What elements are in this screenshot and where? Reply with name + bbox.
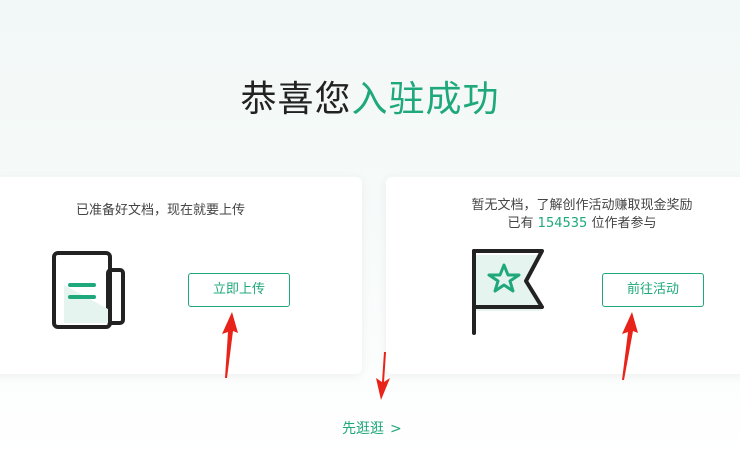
annotation-arrow-upload	[222, 312, 238, 378]
activity-card: 暂无文档，了解创作活动赚取现金奖励 已有 154535 位作者参与 前往活动	[386, 177, 740, 374]
title-prefix: 恭喜您	[240, 79, 352, 120]
upload-card: 已准备好文档，现在就要上传 立即上传	[0, 177, 362, 374]
flag-star-icon	[472, 249, 544, 335]
page-title: 恭喜您入驻成功	[0, 70, 740, 122]
title-accent: 入驻成功	[351, 79, 500, 120]
go-to-activity-button[interactable]: 前往活动	[602, 273, 704, 307]
browse-first-label: 先逛逛	[342, 421, 384, 437]
annotation-arrow-activity	[622, 312, 638, 380]
browse-first-link[interactable]: 先逛逛 >	[342, 418, 402, 438]
annotation-arrow-browse	[376, 352, 390, 400]
activity-line1: 暂无文档，了解创作活动赚取现金奖励	[471, 198, 693, 213]
activity-card-description: 暂无文档，了解创作活动赚取现金奖励 已有 154535 位作者参与	[462, 197, 702, 233]
chevron-right-icon: >	[390, 421, 402, 437]
activity-line2: 已有 154535 位作者参与	[507, 216, 657, 231]
document-icon	[52, 251, 125, 329]
upload-now-button[interactable]: 立即上传	[188, 273, 290, 307]
upload-card-description: 已准备好文档，现在就要上传	[76, 203, 246, 218]
participant-count: 154535	[537, 216, 588, 231]
